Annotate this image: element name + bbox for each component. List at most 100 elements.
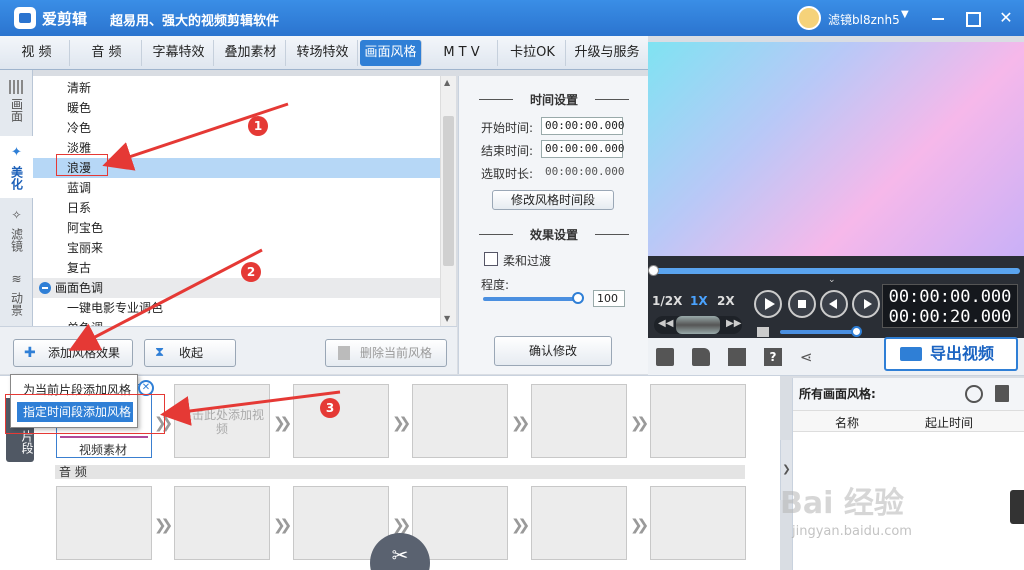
collapse-button[interactable]: ⧗ 收起 [144,339,236,367]
wave-icon: ≋ [11,272,22,286]
tab-audio[interactable]: 音 频 [72,40,142,66]
maximize-button[interactable] [960,6,984,30]
tab-upgrade[interactable]: 升级与服务 [568,40,646,66]
film-icon [8,80,25,94]
tab-video[interactable]: 视 频 [4,40,70,66]
video-slot[interactable] [531,384,627,458]
jog-wheel[interactable] [676,316,720,334]
speed-double[interactable]: 2X [717,294,735,308]
list-item[interactable]: 暖色 [33,98,440,118]
tab-karaoke[interactable]: 卡拉OK [500,40,566,66]
degree-slider[interactable] [483,297,579,301]
audio-slot[interactable] [174,486,270,560]
volume-slider[interactable] [780,330,860,334]
list-item[interactable]: 蓝调 [33,178,440,198]
prev-frame-button[interactable] [820,290,848,318]
scroll-down-icon[interactable]: ▼ [444,314,450,323]
new-project-icon[interactable] [656,348,674,366]
list-item[interactable]: 清新 [33,78,440,98]
video-slot[interactable] [293,384,389,458]
collapse-label: 收起 [179,346,204,360]
list-item[interactable]: 一键电影专业调色 [33,298,440,318]
list-scrollbar[interactable]: ▲ ▼ [440,76,456,326]
style-table-header: 名称 起止时间 [793,410,1024,432]
chevron-down-icon[interactable]: ▼ [901,9,909,20]
list-group-header[interactable]: 画面色调 [33,278,440,298]
audio-slot[interactable] [56,486,152,560]
save-icon[interactable] [728,348,746,366]
arrow-icon: ❯❯ [273,414,292,432]
degree-slider-handle[interactable] [572,292,584,304]
list-item[interactable]: 复古 [33,258,440,278]
list-item[interactable]: 宝丽来 [33,238,440,258]
username[interactable]: 滤镜bl8znh5 [828,11,900,28]
forward-icon[interactable]: ▶▶ [726,318,741,329]
avatar[interactable] [797,6,821,30]
progress-handle[interactable] [648,265,659,276]
highlight-box [5,394,165,434]
open-folder-icon[interactable] [692,348,710,366]
scroll-up-icon[interactable]: ▲ [444,78,450,87]
undo-icon[interactable] [965,385,983,403]
trash-icon [338,346,350,360]
volume-handle[interactable] [851,326,862,337]
degree-input[interactable]: 100 [593,290,625,307]
delete-style-button[interactable]: 删除当前风格 [325,339,447,367]
video-slot[interactable] [650,384,746,458]
list-item[interactable]: 冷色 [33,118,440,138]
stop-button[interactable] [788,290,816,318]
audio-slot[interactable] [650,486,746,560]
add-style-label: 添加风格效果 [48,346,121,360]
col-name[interactable]: 名称 [835,414,859,431]
playback-progress[interactable] [650,268,1020,274]
modify-range-button[interactable]: 修改风格时间段 [492,190,614,210]
video-preview[interactable] [648,42,1024,256]
soft-transition-checkbox[interactable] [484,252,498,266]
tab-overlay[interactable]: 叠加素材 [216,40,286,66]
help-icon[interactable]: ? [764,348,782,366]
close-button[interactable]: ✕ [994,6,1018,30]
start-time-input[interactable]: 00:00:00.000 [541,117,624,135]
volume-icon[interactable] [757,327,769,337]
start-time-label: 开始时间: [481,121,534,135]
audio-slot[interactable] [531,486,627,560]
side-tab-beautify[interactable]: ✦ 美化 [0,136,33,198]
scroll-thumb[interactable] [443,116,454,266]
add-style-button[interactable]: ✚ 添加风格效果 [13,339,133,367]
confirm-button[interactable]: 确认修改 [494,336,612,366]
add-video-hint[interactable]: 双击此处添加视频 [176,408,268,436]
side-tab-motion[interactable]: ≋ 动景 [0,266,33,322]
chevron-down-icon[interactable]: ⌄ [828,275,836,285]
duration-value: 00:00:00.000 [545,165,625,178]
rewind-icon[interactable]: ◀◀ [658,318,673,329]
video-slot[interactable] [412,384,508,458]
next-frame-button[interactable] [852,290,880,318]
title-bar: 爱剪辑 超易用、强大的视频剪辑软件 滤镜bl8znh5 ▼ ✕ [0,0,1024,36]
arrow-icon: ❯❯ [154,516,173,534]
list-item[interactable]: 阿宝色 [33,218,440,238]
list-item[interactable]: 单色调 [33,318,440,326]
play-button[interactable] [754,290,782,318]
speed-half[interactable]: 1/2X [652,294,682,308]
magic-add-icon: ✚ [24,345,36,361]
minimize-button[interactable] [926,6,950,30]
tab-mtv[interactable]: M T V [426,40,498,66]
side-tab-label: 美化 [9,166,24,190]
step-badge-2: 2 [241,262,261,282]
step-badge-3: 3 [320,398,340,418]
speed-normal[interactable]: 1X [690,294,708,308]
all-styles-title: 所有画面风格: [793,378,1024,410]
trash-icon[interactable] [995,385,1009,402]
share-icon[interactable]: ⋖ [800,348,818,366]
timecode-display: 00:00:00.000 00:00:20.000 [882,284,1018,328]
side-tab-picture[interactable]: 画面 [0,80,33,132]
delete-style-label: 删除当前风格 [360,346,433,360]
list-item[interactable]: 日系 [33,198,440,218]
col-time[interactable]: 起止时间 [925,414,973,431]
tab-picture-style[interactable]: 画面风格 [360,40,422,66]
tab-subtitle-effects[interactable]: 字幕特效 [144,40,214,66]
tab-transition[interactable]: 转场特效 [288,40,358,66]
side-tab-filter[interactable]: ✧ 滤镜 [0,202,33,260]
watermark-url: jingyan.baidu.com [792,524,912,539]
end-time-input[interactable]: 00:00:00.000 [541,140,624,158]
